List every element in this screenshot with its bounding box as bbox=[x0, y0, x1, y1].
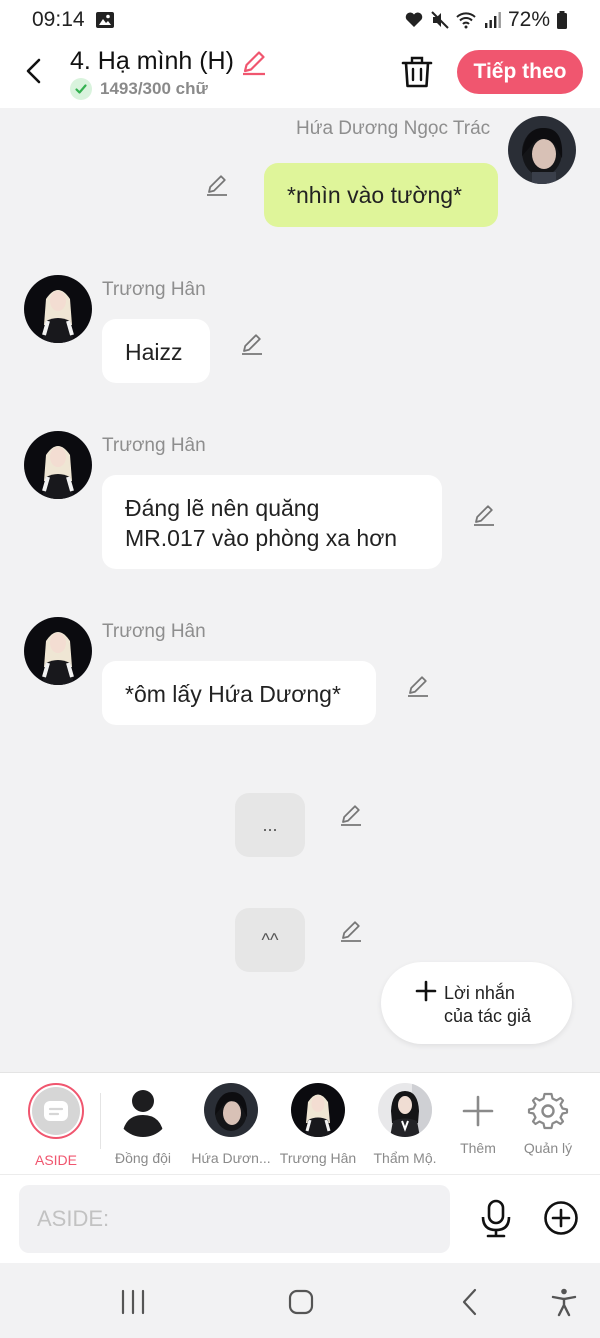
word-count: 1493/300 chữ bbox=[100, 79, 208, 98]
speaker-name: Trương Hân bbox=[102, 435, 206, 456]
avatar-hua-duong bbox=[204, 1083, 258, 1137]
back-nav-button[interactable] bbox=[455, 1287, 485, 1317]
message-bubble[interactable]: Đáng lẽ nên quăng MR.017 vào phòng xa hơ… bbox=[102, 475, 442, 569]
plus-icon bbox=[462, 1095, 494, 1127]
check-icon bbox=[70, 78, 92, 100]
character-label: Hứa Dươn... bbox=[191, 1150, 271, 1166]
chat-area[interactable]: Hứa Dương Ngọc Trác *nhìn vào tường* Trư… bbox=[0, 108, 600, 1072]
speaker-name: Hứa Dương Ngọc Trác bbox=[296, 118, 491, 139]
character-aside[interactable]: ASIDE bbox=[11, 1083, 101, 1168]
character-dong-doi[interactable]: Đồng đội bbox=[98, 1083, 188, 1166]
chapter-title: 4. Hạ mình (H) bbox=[70, 47, 234, 75]
edit-message-icon[interactable] bbox=[339, 802, 363, 826]
avatar-truong-han bbox=[291, 1083, 345, 1137]
signal-icon bbox=[484, 12, 501, 28]
speaker-name: Trương Hân bbox=[102, 621, 206, 642]
chapter-title-row[interactable]: 4. Hạ mình (H) bbox=[70, 47, 268, 76]
author-note-line: của tác giả bbox=[444, 1006, 532, 1026]
message-bubble[interactable]: *nhìn vào tường* bbox=[264, 163, 498, 227]
edit-message-icon[interactable] bbox=[406, 673, 430, 697]
message-input[interactable] bbox=[19, 1185, 450, 1253]
author-note-line: Lời nhắn bbox=[444, 983, 515, 1003]
delete-button[interactable] bbox=[400, 54, 434, 90]
character-label: Quản lý bbox=[523, 1140, 573, 1156]
manage-button[interactable]: Quản lý bbox=[503, 1083, 593, 1156]
avatar-truong-han[interactable] bbox=[24, 617, 92, 685]
status-time: 09:14 bbox=[32, 8, 85, 31]
edit-message-icon[interactable] bbox=[240, 331, 264, 355]
character-label: Trương Hân bbox=[279, 1150, 357, 1166]
character-label: ASIDE bbox=[34, 1152, 77, 1168]
message-line: MR.017 vào phòng xa hơn bbox=[125, 525, 398, 551]
gallery-icon bbox=[95, 12, 114, 28]
microphone-button[interactable] bbox=[478, 1199, 514, 1239]
input-bar bbox=[0, 1174, 600, 1263]
avatar-truong-han[interactable] bbox=[24, 275, 92, 343]
author-note-label: Lời nhắn của tác giả bbox=[444, 982, 531, 1028]
edit-message-icon[interactable] bbox=[472, 502, 496, 526]
message-line: Đáng lẽ nên quăng bbox=[125, 495, 320, 521]
avatar-hua-duong[interactable] bbox=[508, 116, 576, 184]
battery-percent: 72% bbox=[507, 8, 550, 31]
speaker-name: Trương Hân bbox=[102, 279, 206, 300]
back-button[interactable] bbox=[18, 54, 52, 88]
accessibility-icon[interactable] bbox=[549, 1287, 579, 1317]
chapter-header: 4. Hạ mình (H) 1493/300 chữ Tiếp theo bbox=[0, 40, 600, 108]
teammate-silhouette-icon bbox=[116, 1083, 170, 1137]
avatar-truong-han[interactable] bbox=[24, 431, 92, 499]
mute-icon bbox=[431, 11, 449, 29]
edit-message-icon[interactable] bbox=[205, 172, 229, 196]
plus-icon bbox=[415, 980, 437, 1002]
aside-avatar bbox=[28, 1083, 84, 1139]
home-button[interactable] bbox=[286, 1287, 316, 1317]
message-bubble[interactable]: Haizz bbox=[102, 319, 210, 383]
message-icon bbox=[44, 1101, 68, 1121]
wifi-icon bbox=[456, 12, 476, 29]
narration-bubble[interactable]: ... bbox=[235, 793, 305, 857]
narration-bubble[interactable]: ^^ bbox=[235, 908, 305, 972]
recent-apps-button[interactable] bbox=[118, 1287, 148, 1317]
pencil-icon[interactable] bbox=[240, 48, 268, 76]
gear-icon bbox=[527, 1092, 569, 1130]
message-bubble[interactable]: *ôm lấy Hứa Dương* bbox=[102, 661, 376, 725]
character-truong-han[interactable]: Trương Hân bbox=[273, 1083, 363, 1166]
author-note-button[interactable]: Lời nhắn của tác giả bbox=[381, 962, 572, 1044]
avatar-tham-mo bbox=[378, 1083, 432, 1137]
add-circle-button[interactable] bbox=[543, 1200, 579, 1236]
heart-icon bbox=[405, 12, 423, 27]
edit-message-icon[interactable] bbox=[339, 918, 363, 942]
character-hua-duong[interactable]: Hứa Dươn... bbox=[186, 1083, 276, 1166]
battery-icon bbox=[557, 11, 567, 29]
character-label: Đồng đội bbox=[114, 1150, 172, 1166]
word-count-row: 1493/300 chữ bbox=[70, 78, 208, 100]
next-button[interactable]: Tiếp theo bbox=[457, 50, 583, 94]
character-selector: ASIDE Đồng đội Hứa Dươn... Trương Hân Th… bbox=[0, 1072, 600, 1174]
status-bar: 09:14 72% bbox=[0, 0, 600, 40]
system-nav-bar bbox=[0, 1263, 600, 1338]
